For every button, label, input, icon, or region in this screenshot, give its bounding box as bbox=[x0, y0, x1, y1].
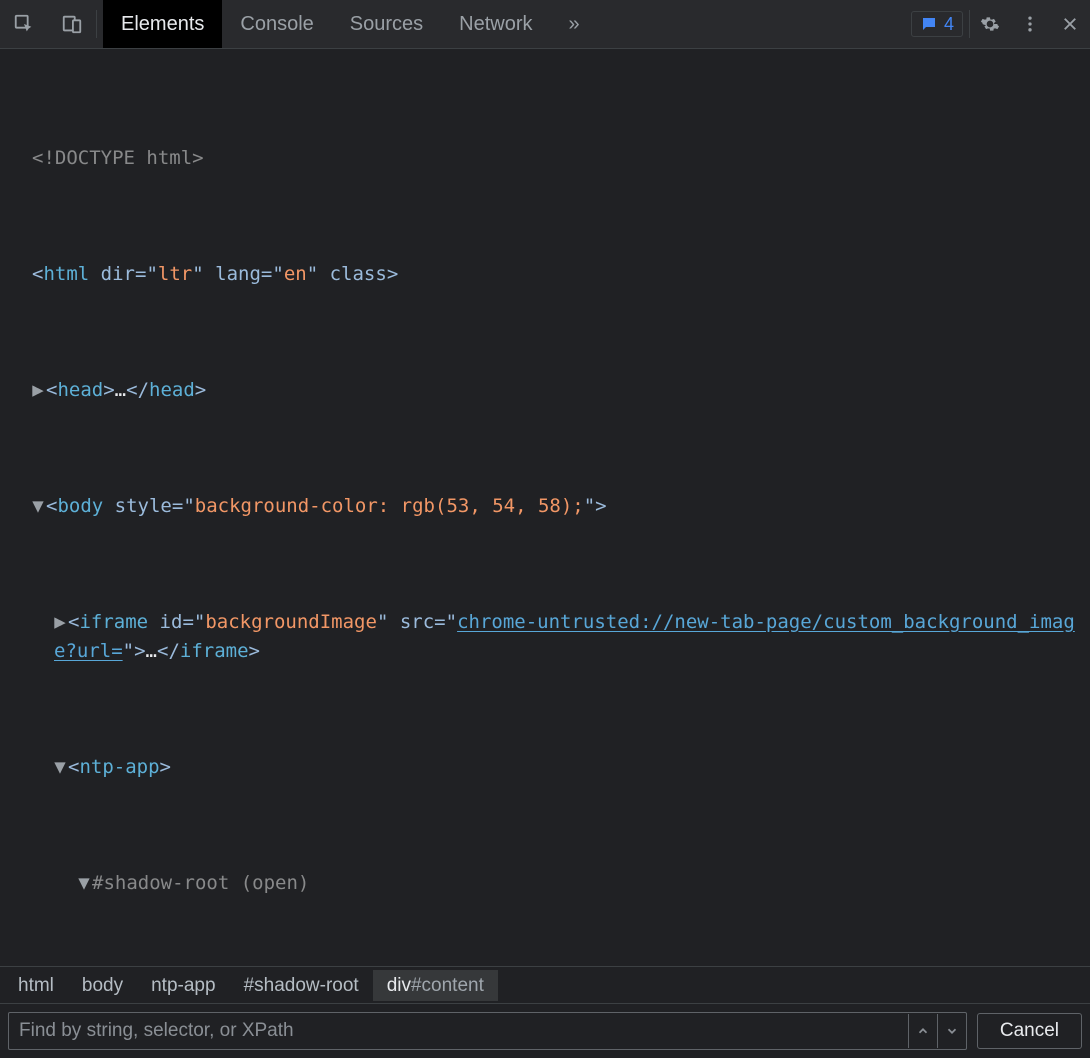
messages-counter[interactable]: 4 bbox=[911, 11, 963, 37]
panel-tabs: Elements Console Sources Network » bbox=[103, 0, 598, 48]
dom-node[interactable]: ▶<iframe id="backgroundImage" src="chrom… bbox=[8, 608, 1082, 666]
find-input[interactable] bbox=[9, 1020, 908, 1042]
node-text: <!DOCTYPE html> bbox=[32, 147, 204, 169]
dom-node[interactable]: ▶<!DOCTYPE html> bbox=[8, 144, 1082, 173]
crumb-body[interactable]: body bbox=[68, 970, 137, 1001]
cancel-button[interactable]: Cancel bbox=[977, 1013, 1082, 1049]
crumb-shadow-root[interactable]: #shadow-root bbox=[230, 970, 373, 1001]
tab-label: Network bbox=[459, 14, 532, 34]
toolbar-right bbox=[970, 0, 1090, 48]
breadcrumb: html body ntp-app #shadow-root div#conte… bbox=[0, 966, 1090, 1003]
tab-more[interactable]: » bbox=[551, 0, 598, 48]
dom-node[interactable]: ▼<ntp-app> bbox=[8, 753, 1082, 782]
tab-sources[interactable]: Sources bbox=[332, 0, 441, 48]
chevron-up-icon bbox=[916, 1024, 930, 1038]
crumb-div-content[interactable]: div#content bbox=[373, 970, 498, 1001]
tab-label: Elements bbox=[121, 14, 204, 34]
dom-node[interactable]: ▼#shadow-root (open) bbox=[8, 869, 1082, 898]
dom-node[interactable]: ▶<head>…</head> bbox=[8, 376, 1082, 405]
tab-network[interactable]: Network bbox=[441, 0, 550, 48]
crumb-html[interactable]: html bbox=[4, 970, 68, 1001]
separator bbox=[96, 10, 97, 38]
device-toggle-icon[interactable] bbox=[48, 0, 96, 48]
tab-elements[interactable]: Elements bbox=[103, 0, 222, 48]
tab-console[interactable]: Console bbox=[222, 0, 331, 48]
message-icon bbox=[920, 15, 938, 33]
chevron-down-icon bbox=[945, 1024, 959, 1038]
tab-label: Sources bbox=[350, 14, 423, 34]
kebab-icon[interactable] bbox=[1010, 0, 1050, 48]
devtools-window: Elements Console Sources Network » 4 ▶<!… bbox=[0, 0, 1090, 1058]
find-next-button[interactable] bbox=[937, 1014, 966, 1048]
inspect-icon[interactable] bbox=[0, 0, 48, 48]
gear-icon[interactable] bbox=[970, 0, 1010, 48]
messages-count-value: 4 bbox=[944, 15, 954, 33]
find-prev-button[interactable] bbox=[908, 1014, 937, 1048]
find-bar: Cancel bbox=[0, 1003, 1090, 1058]
tab-label: » bbox=[569, 14, 580, 34]
dom-node[interactable]: ▶<html dir="ltr" lang="en" class> bbox=[8, 260, 1082, 289]
dom-tree[interactable]: ▶<!DOCTYPE html> ▶<html dir="ltr" lang="… bbox=[0, 49, 1090, 966]
tab-label: Console bbox=[240, 14, 313, 34]
crumb-ntp-app[interactable]: ntp-app bbox=[137, 970, 229, 1001]
toolbar: Elements Console Sources Network » 4 bbox=[0, 0, 1090, 49]
find-input-wrapper bbox=[8, 1012, 967, 1050]
dom-node[interactable]: ▼<body style="background-color: rgb(53, … bbox=[8, 492, 1082, 521]
close-icon[interactable] bbox=[1050, 0, 1090, 48]
